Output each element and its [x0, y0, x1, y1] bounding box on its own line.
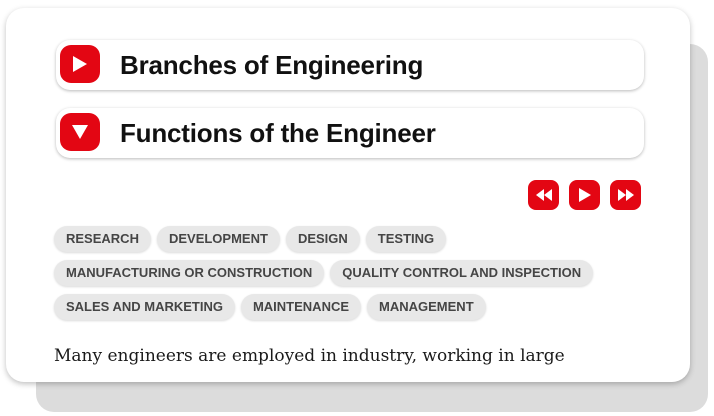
tag-design[interactable]: DESIGN: [285, 226, 360, 252]
tag-sales-marketing[interactable]: SALES AND MARKETING: [54, 294, 235, 320]
tag-management[interactable]: MANAGEMENT: [367, 294, 486, 320]
tag-row: RESEARCH DEVELOPMENT DESIGN TESTING: [54, 226, 654, 252]
body-paragraph: Many engineers are employed in industry,…: [54, 346, 565, 366]
triangle-down-icon: [72, 125, 88, 139]
rewind-icon: [535, 189, 552, 201]
tag-row: SALES AND MARKETING MAINTENANCE MANAGEME…: [54, 294, 654, 320]
tag-testing[interactable]: TESTING: [365, 226, 447, 252]
collapse-button[interactable]: [60, 113, 100, 151]
accordion-branches[interactable]: Branches of Engineering: [56, 40, 644, 90]
next-button[interactable]: [610, 180, 641, 210]
accordion-title: Branches of Engineering: [120, 50, 424, 80]
play-right-icon: [73, 56, 87, 72]
fast-forward-icon: [617, 189, 634, 201]
tag-quality-control[interactable]: QUALITY CONTROL AND INSPECTION: [330, 260, 594, 286]
tag-manufacturing[interactable]: MANUFACTURING OR CONSTRUCTION: [54, 260, 325, 286]
expand-button[interactable]: [60, 45, 100, 83]
play-button[interactable]: [569, 180, 600, 210]
tag-row: MANUFACTURING OR CONSTRUCTION QUALITY CO…: [54, 260, 654, 286]
accordion-title: Functions of the Engineer: [120, 118, 436, 148]
content-card: Branches of Engineering Functions of the…: [6, 8, 690, 382]
tag-research[interactable]: RESEARCH: [54, 226, 151, 252]
tag-maintenance[interactable]: MAINTENANCE: [240, 294, 362, 320]
tag-development[interactable]: DEVELOPMENT: [156, 226, 280, 252]
accordion-functions[interactable]: Functions of the Engineer: [56, 108, 644, 158]
play-icon: [578, 188, 591, 202]
previous-button[interactable]: [528, 180, 559, 210]
function-tags: RESEARCH DEVELOPMENT DESIGN TESTING MANU…: [54, 226, 654, 328]
